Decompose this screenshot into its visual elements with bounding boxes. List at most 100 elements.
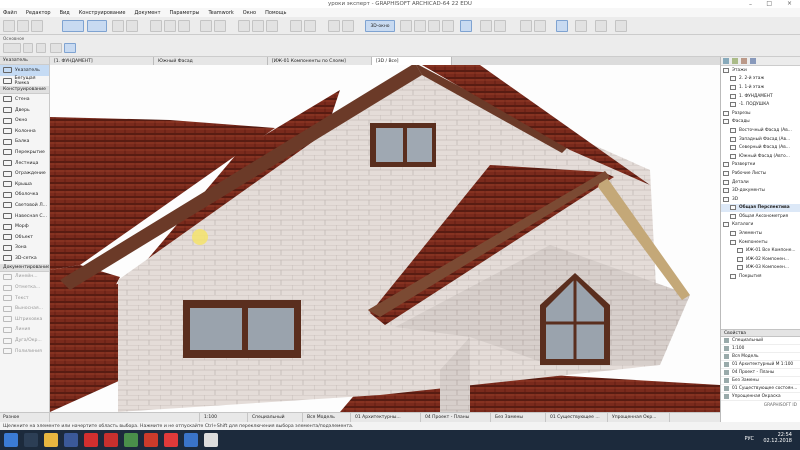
perspective-button[interactable] — [428, 20, 440, 32]
navigator-item[interactable]: 1. 1-й этаж — [721, 83, 800, 92]
tool-level-dimension[interactable]: Отметка... — [0, 282, 49, 293]
tool-wall[interactable]: Стена — [0, 94, 49, 105]
maximize-icon[interactable]: □ — [766, 0, 772, 7]
tool-curtain-wall[interactable]: Навесная С... — [0, 211, 49, 222]
3d-window-button[interactable]: 3D-окно — [365, 20, 395, 32]
property-row[interactable]: Без Замены — [721, 377, 800, 385]
publisher-icon[interactable] — [750, 58, 756, 64]
plan-view-button[interactable] — [238, 20, 250, 32]
tool-fill[interactable]: Штриховка — [0, 314, 49, 325]
tool-morph[interactable]: Морф — [0, 221, 49, 232]
tool-pointer[interactable]: Указатель — [0, 65, 49, 76]
tool-dimension[interactable]: Линейн... — [0, 272, 49, 283]
navigator-item[interactable]: 2. 2-й этаж — [721, 75, 800, 84]
green-app-icon[interactable] — [124, 433, 138, 447]
tool-skylight[interactable]: Световой Л... — [0, 200, 49, 211]
pointer-mode-button[interactable] — [64, 43, 76, 53]
navigator-item[interactable]: Разрезы — [721, 109, 800, 118]
navigator-item[interactable]: Северный Фасад (Ав... — [721, 143, 800, 152]
arrow-tool-button[interactable] — [62, 20, 84, 32]
navigator-item[interactable]: ИЖ-01 Все Компоне... — [721, 246, 800, 255]
tool-column[interactable]: Колонна — [0, 126, 49, 137]
close-icon[interactable]: × — [787, 0, 792, 7]
pdf-icon[interactable] — [104, 433, 118, 447]
renovation-selector[interactable]: 01 Существующее ... — [546, 412, 608, 423]
project-map-icon[interactable] — [723, 58, 729, 64]
property-row[interactable]: 04 Проект - Планы — [721, 369, 800, 377]
language-indicator[interactable]: РУС — [744, 436, 754, 442]
navigator-item[interactable]: Рабочие Листы — [721, 169, 800, 178]
inject-button[interactable] — [178, 20, 190, 32]
guide-button[interactable] — [214, 20, 226, 32]
navigator-item[interactable]: Этажи — [721, 66, 800, 75]
override-selector[interactable]: Без Замены — [491, 412, 546, 423]
wire-mode-button[interactable] — [480, 20, 492, 32]
axonometry-button[interactable] — [442, 20, 454, 32]
navigator-item[interactable]: 3D-документы — [721, 186, 800, 195]
tool-beam[interactable]: Балка — [0, 137, 49, 148]
render-button[interactable] — [520, 20, 532, 32]
floor-selector[interactable] — [36, 43, 46, 53]
menu-view[interactable]: Вид — [60, 10, 70, 16]
tool-mesh[interactable]: 3D-сетка — [0, 253, 49, 264]
tab-foundation[interactable]: [1. ФУНДАМЕНТ] — [50, 57, 154, 65]
navigator-item[interactable]: 3D — [721, 195, 800, 204]
tool-arc[interactable]: Дуга/Окр... — [0, 335, 49, 346]
navigator-item[interactable]: Детали — [721, 178, 800, 187]
start-icon[interactable] — [4, 433, 18, 447]
geometry-selector[interactable] — [50, 43, 62, 53]
tab-3d-all[interactable]: [3D / Все] — [372, 57, 452, 65]
menu-options[interactable]: Параметры — [170, 10, 200, 16]
scale-selector[interactable]: 1:100 — [200, 412, 248, 423]
layer-combination-selector[interactable]: Специальный — [248, 412, 303, 423]
navigation-controls[interactable] — [50, 412, 200, 423]
property-row[interactable]: Упрощенная Окраска — [721, 393, 800, 401]
grid-snap-button[interactable] — [200, 20, 212, 32]
navigator-item[interactable]: Покрытия — [721, 272, 800, 281]
navigator-item[interactable]: Компоненты — [721, 238, 800, 247]
section-view-button[interactable] — [252, 20, 264, 32]
navigator-item[interactable]: ИЖ-03 Компонен... — [721, 264, 800, 273]
tool-polyline[interactable]: Полилиния — [0, 346, 49, 357]
menu-edit[interactable]: Редактор — [26, 10, 51, 16]
view-map-icon[interactable] — [732, 58, 738, 64]
navigator-item[interactable]: Каталоги — [721, 221, 800, 230]
clock[interactable]: 22:54 02.12.2018 — [763, 432, 792, 444]
navigator-item[interactable]: ИЖ-02 Компонен... — [721, 255, 800, 264]
explore-button[interactable] — [414, 20, 426, 32]
toolbox-section-pointer[interactable]: Указатель — [0, 57, 49, 65]
pen-set-selector[interactable]: 01 Архитектурны... — [351, 412, 421, 423]
layer-button[interactable] — [290, 20, 302, 32]
explorer-icon[interactable] — [44, 433, 58, 447]
tool-stair[interactable]: Лестница — [0, 158, 49, 169]
task-view-icon[interactable] — [24, 433, 38, 447]
navigator-item[interactable]: Южный Фасад (Авто... — [721, 152, 800, 161]
menu-teamwork[interactable]: Teamwork — [208, 10, 233, 16]
property-row[interactable]: 01 Существующее состоян... — [721, 385, 800, 393]
chrome-icon[interactable] — [164, 433, 178, 447]
properties-header[interactable]: Свойства — [721, 329, 800, 337]
minimize-icon[interactable]: – — [749, 1, 752, 8]
model-view-button[interactable] — [328, 20, 340, 32]
navigator-item[interactable]: -1. ПОДУШКА — [721, 100, 800, 109]
navigator-item[interactable]: Западный Фасад (Ав... — [721, 135, 800, 144]
cutting-planes-button[interactable] — [494, 20, 506, 32]
tab-south-facade[interactable]: Южный Фасад — [154, 57, 268, 65]
tool-text[interactable]: Текст — [0, 293, 49, 304]
property-row[interactable]: 1:100 — [721, 345, 800, 353]
menu-document[interactable]: Документ — [135, 10, 161, 16]
property-row[interactable]: 01 Архитектурный М 1:100 — [721, 361, 800, 369]
pick-up-button[interactable] — [164, 20, 176, 32]
property-row[interactable]: Специальный — [721, 337, 800, 345]
find-select-button[interactable] — [595, 20, 607, 32]
tool-window[interactable]: Окно — [0, 115, 49, 126]
recorder-icon[interactable] — [204, 433, 218, 447]
navigator-item[interactable]: Фасады — [721, 118, 800, 127]
toolbox-section-document[interactable]: Документирование — [0, 263, 49, 272]
tool-door[interactable]: Дверь — [0, 105, 49, 116]
property-row[interactable]: Вся Модель — [721, 353, 800, 361]
orbit-button[interactable] — [400, 20, 412, 32]
layout-book-icon[interactable] — [741, 58, 747, 64]
tool-railing[interactable]: Ограждение — [0, 168, 49, 179]
tool-slab[interactable]: Перекрытие — [0, 147, 49, 158]
